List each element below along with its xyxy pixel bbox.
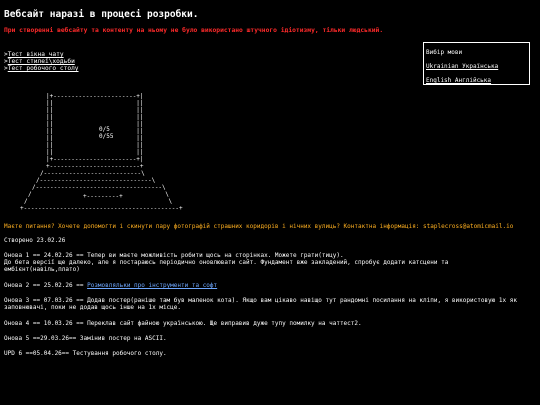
svg-text:|+-----------------------+|: |+-----------------------+| [46, 93, 144, 100]
tools-software-link[interactable]: Розмовляльки про інструменти та софт [87, 282, 217, 289]
svg-text:/: / \ [28, 191, 169, 198]
svg-text:|| ||: || || [46, 135, 144, 142]
svg-text:|| ||: || || [46, 142, 144, 149]
ai-notice: При створенні вебсайту та контенту на нь… [4, 27, 384, 34]
screen-counter-bottom: 0/55 [99, 133, 114, 140]
update-3-line2: заповнювачі, поки не додав щось інше на … [4, 304, 182, 311]
svg-text:+-----------------------------: +---------------------------------------… [20, 205, 183, 212]
language-option-english[interactable]: English Англійська [426, 77, 491, 84]
svg-text:|+-----------------------+|: |+-----------------------+| [46, 156, 144, 163]
language-title: Вибір мови [426, 49, 463, 56]
language-selector: Вибір мови Ukrainian Українська English … [423, 42, 530, 85]
nav-link-desktop-test[interactable]: >Тест робочого столу [4, 65, 79, 72]
created-date: Створено 23.02.26 [4, 237, 66, 244]
svg-text:|| ||: || || [46, 100, 144, 107]
update-2: Онова 2 == 25.02.26 == Розмовляльки про … [4, 282, 217, 289]
nav-label: Тест стилеї\ходьби [7, 58, 75, 65]
svg-text:|| ||: || || [46, 149, 144, 156]
update-6: UPD 6 ==05.04.26== Тестування робочого с… [4, 350, 167, 357]
laptop-touchpad: +---------+ [83, 193, 123, 200]
svg-text:|| ||: || || [46, 121, 144, 128]
svg-text:/: / \ [24, 198, 172, 205]
screen-counter-top: 0/5 [99, 126, 110, 133]
contact-question: Маєте питання? Хочете допомогти і скинут… [4, 223, 514, 230]
svg-text:+-------------------------+: +-------------------------+ [46, 163, 144, 170]
update-5: Онова 5 ==29.03.26== Замінив постер на A… [4, 335, 167, 342]
svg-text:/---------------------------\: /---------------------------\ [40, 170, 145, 177]
nav-link-style-walk-test[interactable]: >Тест стилеї\ходьби [4, 58, 75, 65]
svg-text:|| ||: || || [46, 114, 144, 121]
nav-label: Тест робочого столу [7, 65, 79, 72]
svg-text:|| ||: || || [46, 128, 144, 135]
laptop-lid: |+-----------------------+| || || || || … [46, 93, 144, 170]
update-1-line3: ембієнт(навіль,плато) [4, 266, 80, 273]
nav-label: Тест вікна чату [7, 51, 64, 58]
nav-link-chat-test[interactable]: >Тест вікна чату [4, 51, 64, 58]
laptop-base: /---------------------------\ /---------… [20, 170, 183, 212]
page-title: Вебсайт наразі в процесі розробки. [4, 9, 199, 20]
update-4: Онова 4 == 10.03.26 == Переклав сайт фай… [4, 320, 362, 327]
svg-text:/-----------------------------: /-------------------------------\ [36, 177, 156, 184]
language-option-ukrainian[interactable]: Ukrainian Українська [426, 63, 498, 70]
svg-text:|| ||: || || [46, 107, 144, 114]
svg-text:/-----------------------------: /-----------------------------------\ [32, 184, 166, 191]
update-2-prefix: Онова 2 == 25.02.26 == [4, 282, 88, 289]
